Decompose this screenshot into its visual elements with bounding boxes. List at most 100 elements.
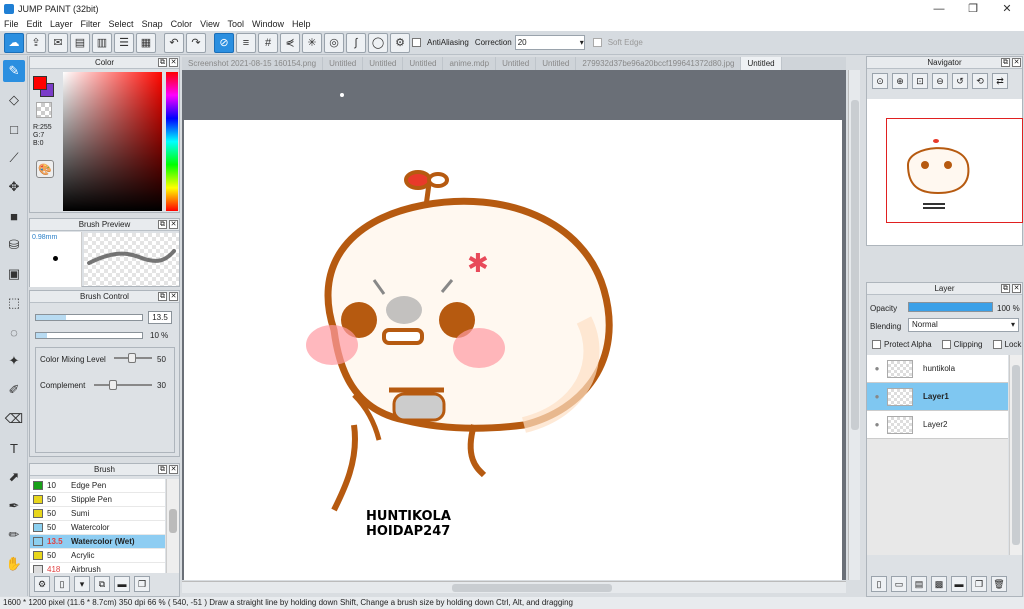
list-icon[interactable]: ☰ (114, 32, 134, 53)
rotate-reset-icon[interactable]: ⟲ (972, 73, 988, 89)
magic-wand-tool-icon[interactable]: ✦ (3, 350, 25, 372)
minimize-button[interactable]: — (922, 0, 956, 17)
layer-opacity-slider[interactable] (908, 302, 993, 312)
pen2-tool-icon[interactable]: ✏ (3, 524, 25, 546)
brush-list-scrollbar[interactable] (166, 479, 179, 573)
canvas-area[interactable]: ✱ HUNTIKOLA HOIDAP247 (182, 70, 846, 580)
eraser-tool-icon[interactable]: ◇ (3, 89, 25, 111)
tab-untitled-3[interactable]: Untitled (403, 57, 444, 70)
brush-item[interactable]: 50 Stipple Pen (30, 493, 165, 507)
mixing-thumb[interactable] (128, 353, 136, 363)
brush-item[interactable]: 50 Sumi (30, 507, 165, 521)
brush-list-scroll-thumb[interactable] (169, 509, 177, 533)
blending-select[interactable]: Normal ▾ (908, 318, 1019, 332)
cloud-icon[interactable]: ☁ (4, 32, 24, 53)
move-tool-icon[interactable]: ✥ (3, 176, 25, 198)
copy-brush-icon[interactable]: ⧉ (94, 576, 110, 592)
complement-thumb[interactable] (109, 380, 117, 390)
tab-untitled-2[interactable]: Untitled (363, 57, 404, 70)
snap-circle-icon[interactable]: ◎ (324, 32, 344, 53)
layer-list-scrollbar[interactable] (1009, 355, 1022, 555)
clipping-checkbox[interactable] (941, 340, 951, 349)
close-icon[interactable]: ✕ (1012, 284, 1021, 293)
snap-ellipse-icon[interactable]: ◯ (368, 32, 388, 53)
chat-icon[interactable]: ▤ (70, 32, 90, 53)
brush-item[interactable]: 50 Watercolor (30, 521, 165, 535)
menu-filter[interactable]: Filter (77, 19, 105, 29)
document-icon[interactable]: ▥ (92, 32, 112, 53)
brush-menu-icon[interactable]: ▾ (74, 576, 90, 592)
brush-settings-icon[interactable]: ⚙ (34, 576, 50, 592)
snap-radial-icon[interactable]: ✳ (302, 32, 322, 53)
folder-icon[interactable]: ▬ (114, 576, 130, 592)
canvas-horizontal-scrollbar[interactable] (182, 581, 846, 593)
rectangle-tool-icon[interactable]: □ (3, 118, 25, 140)
snap-curve-icon[interactable]: ∫ (346, 32, 366, 53)
tab-jpg[interactable]: 279932d37be96a20bccf199641372d80.jpg (576, 57, 742, 70)
new-raster-layer-icon[interactable]: ▭ (891, 576, 907, 592)
bucket-tool-icon[interactable]: ⛁ (3, 234, 25, 256)
snap-off-icon[interactable]: ⊘ (214, 32, 234, 53)
menu-view[interactable]: View (196, 19, 223, 29)
float-icon[interactable]: ⧉ (158, 465, 167, 474)
softedge-checkbox[interactable] (592, 38, 602, 47)
float-icon[interactable]: ⧉ (1001, 58, 1010, 67)
menu-file[interactable]: File (0, 19, 23, 29)
transparent-color-swatch[interactable] (36, 102, 52, 118)
brush-size-slider[interactable] (35, 314, 143, 321)
brush-item[interactable]: 50 Acrylic (30, 549, 165, 563)
layer-folder-icon[interactable]: ▬ (951, 576, 967, 592)
fill-rect-tool-icon[interactable]: ■ (3, 205, 25, 227)
operation-tool-icon[interactable]: ⬈ (3, 466, 25, 488)
layer-scroll-thumb[interactable] (1012, 365, 1020, 545)
brush-item[interactable]: 418 Airbrush (30, 563, 165, 573)
text-tool-icon[interactable]: T (3, 437, 25, 459)
duplicate-icon[interactable]: ❐ (134, 576, 150, 592)
close-icon[interactable]: ✕ (169, 292, 178, 301)
horizontal-scroll-thumb[interactable] (452, 584, 612, 592)
menu-color[interactable]: Color (167, 19, 197, 29)
tab-screenshot[interactable]: Screenshot 2021-08-15 160154.png (182, 57, 324, 70)
maximize-button[interactable]: ❐ (956, 0, 990, 17)
close-icon[interactable]: ✕ (169, 465, 178, 474)
tab-untitled-1[interactable]: Untitled (323, 57, 364, 70)
flip-icon[interactable]: ⇄ (992, 73, 1008, 89)
lasso-tool-icon[interactable]: ◌ (3, 321, 25, 343)
hand-tool-icon[interactable]: ✋ (3, 553, 25, 575)
select-eraser-tool-icon[interactable]: ⌫ (3, 408, 25, 430)
complement-slider[interactable] (94, 380, 152, 390)
new-layer-icon[interactable]: ▯ (871, 576, 887, 592)
close-icon[interactable]: ✕ (169, 58, 178, 67)
brush-size-input[interactable]: 13.5 (148, 311, 172, 324)
snap-crosshatch-icon[interactable]: # (258, 32, 278, 53)
visibility-icon[interactable]: ● (867, 420, 887, 429)
antialiasing-checkbox[interactable] (412, 38, 421, 47)
lock-checkbox[interactable] (992, 340, 1002, 349)
menu-help[interactable]: Help (288, 19, 315, 29)
palette-icon[interactable]: 🎨 (36, 160, 54, 178)
hue-slider[interactable] (166, 72, 178, 211)
menu-snap[interactable]: Snap (138, 19, 167, 29)
visibility-icon[interactable]: ● (867, 392, 887, 401)
comment-icon[interactable]: ✉ (48, 32, 68, 53)
visibility-icon[interactable]: ● (867, 364, 887, 373)
menu-layer[interactable]: Layer (46, 19, 77, 29)
layer-row[interactable]: ● huntikola (867, 355, 1008, 383)
close-icon[interactable]: ✕ (1012, 58, 1021, 67)
saturation-value-picker[interactable] (63, 72, 162, 211)
pen-tool-icon[interactable]: ✎ (3, 60, 25, 82)
brush-opacity-slider[interactable] (35, 332, 143, 339)
snap-parallel-icon[interactable]: ≡ (236, 32, 256, 53)
tab-untitled-active[interactable]: Untitled (741, 57, 782, 70)
line-tool-icon[interactable]: ⟋ (3, 147, 25, 169)
float-icon[interactable]: ⧉ (1001, 284, 1010, 293)
mixing-slider[interactable] (114, 353, 152, 363)
layer-row[interactable]: ● Layer2 (867, 411, 1008, 439)
new-text-layer-icon[interactable]: ▤ (911, 576, 927, 592)
close-icon[interactable]: ✕ (169, 220, 178, 229)
export-icon[interactable]: ⇪ (26, 32, 46, 53)
redo-icon[interactable]: ↷ (186, 32, 206, 53)
protect-alpha-checkbox[interactable] (872, 340, 881, 349)
zoom-actual-icon[interactable]: ⊡ (912, 73, 928, 89)
close-button[interactable]: ✕ (990, 0, 1024, 17)
